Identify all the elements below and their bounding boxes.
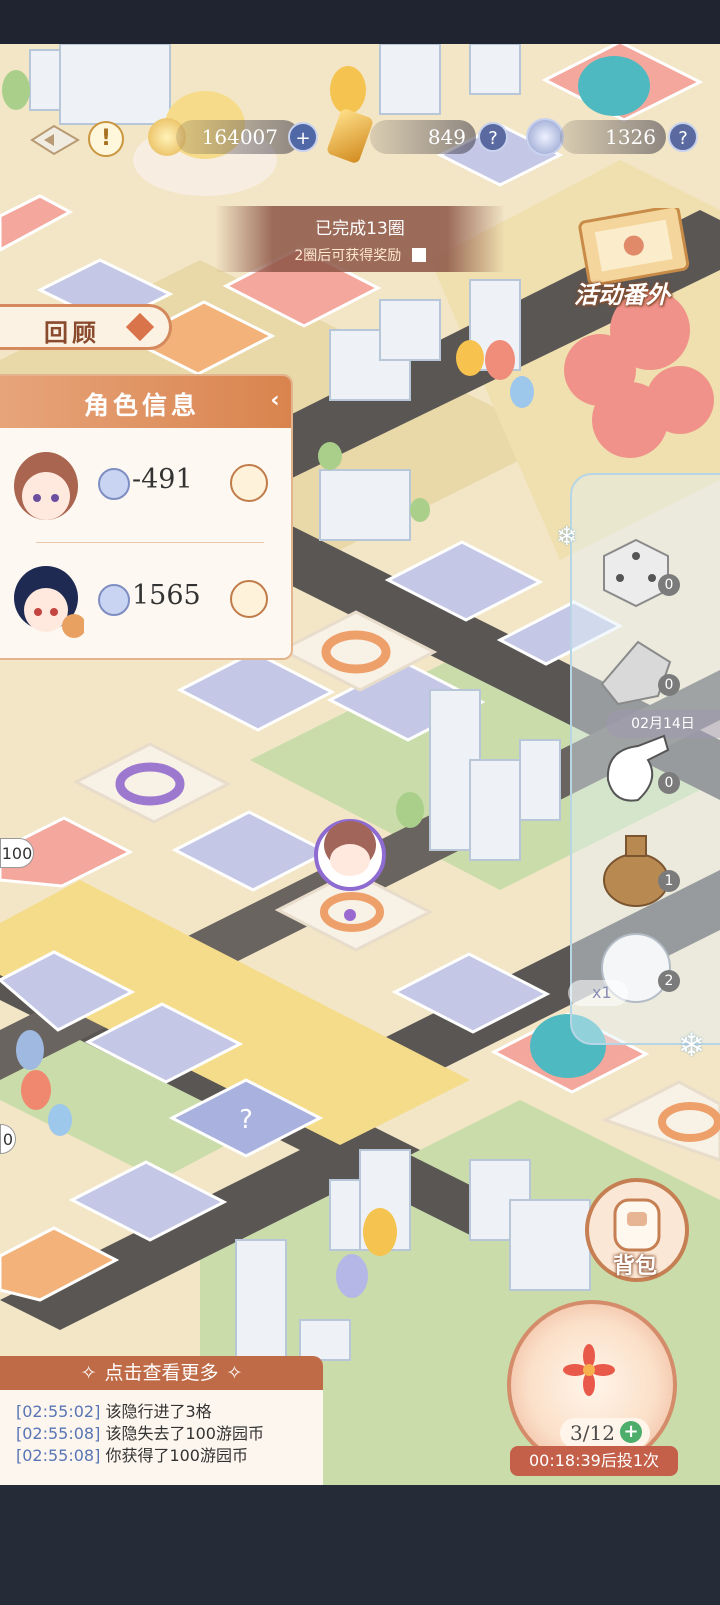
silver-coin-icon bbox=[526, 118, 564, 156]
status-bar bbox=[0, 0, 720, 44]
currency-value: 1326 bbox=[605, 125, 656, 149]
item-count-badge: 0 bbox=[658, 772, 680, 794]
item-price-tag: x1 bbox=[568, 980, 628, 1006]
brunette-avatar bbox=[14, 452, 78, 520]
crystal-help-button[interactable]: ? bbox=[478, 122, 508, 152]
log-text: 该隐行进了3格 bbox=[105, 1402, 212, 1421]
silver-help-button[interactable]: ? bbox=[668, 122, 698, 152]
currency-star-coin: 164007 bbox=[176, 120, 300, 154]
snowflake-icon: ❄ bbox=[678, 1026, 705, 1064]
rounds-completed: 已完成13圈 bbox=[315, 219, 405, 239]
silver-coin-icon bbox=[98, 584, 130, 616]
back-button[interactable] bbox=[30, 124, 80, 156]
bread-icon[interactable] bbox=[230, 464, 268, 502]
sparkle-icon: ✧ bbox=[80, 1362, 97, 1384]
item-count-badge: 0 bbox=[658, 674, 680, 696]
silver-coin-icon bbox=[98, 468, 130, 500]
sparkle-icon: ✧ bbox=[226, 1362, 243, 1384]
diamond-arrow-icon bbox=[125, 312, 155, 342]
character-coin-value: 1565 bbox=[132, 580, 201, 611]
item-price: x1 bbox=[592, 983, 612, 1002]
dice-count-value: 3/12 bbox=[570, 1421, 615, 1445]
backpack-label: 背包 bbox=[612, 1253, 657, 1279]
silver-shoe-item[interactable] bbox=[598, 632, 674, 712]
log-time: [02:55:02] bbox=[16, 1402, 101, 1421]
log-time: [02:55:08] bbox=[16, 1424, 101, 1443]
currency-value: 849 bbox=[427, 125, 466, 149]
reward-hint: 2圈后可获得奖励 bbox=[294, 248, 402, 264]
currency-gold-crystal: 849 bbox=[370, 120, 476, 154]
log-entry: [02:55:08] 你获得了100游园币 bbox=[16, 1442, 248, 1466]
dice-timer: 00:18:39后投1次 bbox=[510, 1446, 678, 1476]
character-row[interactable]: -491 bbox=[0, 432, 291, 540]
dice-icon bbox=[603, 538, 669, 608]
character-row[interactable]: 1565 bbox=[0, 548, 291, 656]
add-currency-button[interactable]: + bbox=[288, 122, 318, 152]
bread-icon[interactable] bbox=[230, 580, 268, 618]
round-progress-banner[interactable]: 已完成13圈 2圈后可获得奖励 bbox=[215, 206, 505, 272]
item-count-badge: 2 bbox=[658, 970, 680, 992]
coin-sack-icon bbox=[603, 835, 669, 907]
item-count-badge: 0 bbox=[658, 574, 680, 596]
add-dice-button[interactable]: + bbox=[620, 1421, 642, 1443]
dice-item[interactable] bbox=[598, 532, 674, 612]
log-text: 该隐失去了100游园币 bbox=[105, 1424, 264, 1443]
character-panel-title: 角色信息 bbox=[84, 391, 201, 420]
svg-text:?: ? bbox=[239, 1105, 253, 1135]
log-header-label: 点击查看更多 bbox=[104, 1362, 219, 1384]
alert-button[interactable]: ! bbox=[88, 121, 124, 157]
coin-sack-item[interactable] bbox=[598, 828, 674, 908]
log-header-button[interactable]: ✧ 点击查看更多 ✧ bbox=[0, 1356, 323, 1390]
snowflake-icon: ❄ bbox=[556, 522, 578, 552]
dark-haired-avatar bbox=[14, 566, 84, 638]
system-nav-bar bbox=[0, 1485, 720, 1605]
event-log-panel: ✧ 点击查看更多 ✧ [02:55:02] 该隐行进了3格 [02:55:08] 该… bbox=[0, 1356, 323, 1485]
log-entry: [02:55:02] 该隐行进了3格 bbox=[16, 1398, 212, 1422]
exclamation-icon: ! bbox=[100, 126, 112, 151]
log-entry: [02:55:08] 该隐失去了100游园币 bbox=[16, 1420, 264, 1444]
character-panel-header: 角色信息 ‹ bbox=[0, 376, 291, 428]
review-label: 回顾 bbox=[44, 318, 100, 347]
log-text: 你获得了100游园币 bbox=[105, 1446, 248, 1465]
currency-silver-coin: 1326 bbox=[560, 120, 666, 154]
log-time: [02:55:08] bbox=[16, 1446, 101, 1465]
back-arrow-icon bbox=[30, 124, 80, 156]
gift-icon bbox=[411, 248, 426, 262]
divider bbox=[36, 542, 264, 543]
collapse-panel-button[interactable]: ‹ bbox=[262, 388, 288, 414]
item-count-badge: 1 bbox=[658, 870, 680, 892]
review-button[interactable]: 回顾 bbox=[0, 304, 172, 350]
white-glove-icon bbox=[606, 734, 670, 802]
event-extra-label: 活动番外 bbox=[574, 280, 670, 309]
currency-value: 164007 bbox=[201, 125, 278, 149]
tile-value-left: 100 bbox=[0, 838, 34, 868]
white-glove-item[interactable] bbox=[598, 730, 674, 810]
silver-shoe-icon bbox=[600, 640, 672, 706]
character-coin-value: -491 bbox=[132, 464, 193, 495]
